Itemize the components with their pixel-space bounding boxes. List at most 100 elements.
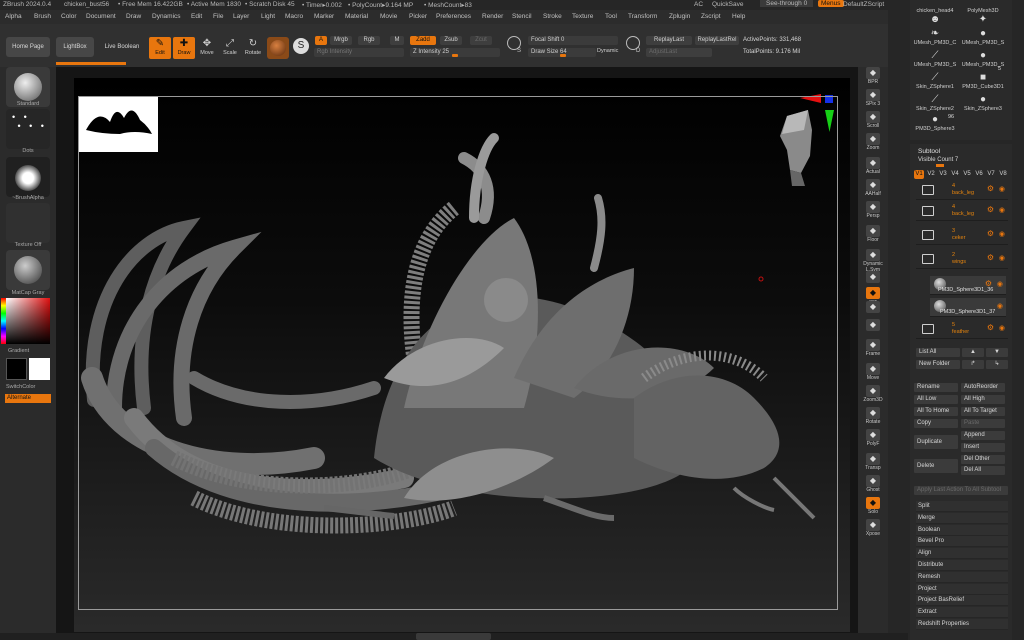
hue-strip[interactable]	[1, 298, 6, 344]
rightshelf-floor-button[interactable]: ◆ Floor	[861, 225, 885, 247]
adjust-last-slider[interactable]: AdjustLast	[646, 48, 712, 57]
subtool-menu-redshift-properties[interactable]: Redshift Properties	[916, 619, 1008, 630]
menu-color[interactable]: Color	[61, 13, 77, 20]
eye-icon[interactable]: ◉	[999, 206, 1005, 214]
menu-light[interactable]: Light	[261, 13, 275, 20]
rotate-button[interactable]: ↻ Rotate	[242, 37, 264, 59]
color-picker[interactable]	[6, 298, 50, 344]
dynamic-toggle[interactable]: Dynamic	[597, 48, 618, 54]
subtool-menu-bevel-pro[interactable]: Bevel Pro	[916, 536, 1008, 548]
menu-dynamics[interactable]: Dynamics	[152, 13, 181, 20]
secondary-color-swatch[interactable]	[29, 358, 50, 380]
subtool-menu-project-basrelief[interactable]: Project BasRelief	[916, 595, 1008, 607]
rightshelf-rotate-button[interactable]: ◆ Rotate	[861, 407, 885, 429]
rightshelf-ghost-button[interactable]: ◆ Ghost	[861, 475, 885, 497]
zsub-toggle[interactable]: Zsub	[440, 36, 462, 45]
auto-reorder-button[interactable]: AutoReorder	[961, 383, 1005, 392]
texture-thumb[interactable]	[6, 203, 50, 243]
move-down-icon[interactable]: ▼	[986, 348, 1008, 357]
eye-icon[interactable]: ◉	[999, 185, 1005, 193]
rightshelf-solo-button[interactable]: ◆ Solo	[861, 497, 885, 519]
draw-button[interactable]: ✚ Draw	[173, 37, 195, 59]
subtool-menu-split[interactable]: Split	[916, 501, 1008, 512]
subtool-row[interactable]: 4 back_leg ⚙ ◉	[916, 181, 1008, 200]
stroke-dots-thumb[interactable]: • • • • •	[6, 109, 50, 149]
tool-thumb-cube[interactable]: ■ PM3D_Cube3D1	[960, 72, 1006, 90]
list-all-button[interactable]: List All	[916, 348, 960, 357]
menu-material[interactable]: Material	[345, 13, 368, 20]
zcut-toggle[interactable]: Zcut	[470, 36, 492, 45]
paste-button[interactable]: Paste	[961, 419, 1005, 428]
lightbox-button[interactable]: LightBox	[56, 37, 94, 57]
rgb-intensity-slider[interactable]: Rgb Intensity	[314, 48, 404, 57]
switch-color-button[interactable]: SwitchColor	[6, 384, 62, 390]
subtool-menu-merge[interactable]: Merge	[916, 512, 1008, 524]
new-folder-button[interactable]: New Folder	[916, 360, 960, 369]
tool-thumb-leaf[interactable]: ❧ UMesh_PM3D_C	[912, 28, 958, 46]
subtool-row[interactable]: 5 feather ⚙ ◉	[916, 320, 1008, 339]
subtool-row[interactable]: 4 back_leg ⚙ ◉	[916, 202, 1008, 221]
menu-zplugin[interactable]: Zplugin	[669, 13, 690, 20]
rgb-toggle[interactable]: Rgb	[358, 36, 380, 45]
menu-picker[interactable]: Picker	[409, 13, 427, 20]
del-other-button[interactable]: Del Other	[961, 455, 1005, 464]
replay-last-button[interactable]: ReplayLast	[646, 36, 692, 45]
all-to-target-button[interactable]: All To Target	[961, 407, 1005, 416]
subtool-row[interactable]: PM3D_Sphere3D1_37 ◉	[930, 298, 1006, 317]
subtool-menu-boolean[interactable]: Boolean	[916, 524, 1008, 536]
move-down-folder-icon[interactable]: ↳	[986, 360, 1008, 369]
alternate-button[interactable]: Alternate	[5, 394, 51, 403]
rightshelf-actual-button[interactable]: ◆ Actual	[861, 157, 885, 179]
copy-button[interactable]: Copy	[914, 419, 958, 428]
rightshelf-scroll-button[interactable]: ◆ Scroll	[861, 111, 885, 133]
rightshelf-transp-button[interactable]: ◆ Transp	[861, 453, 885, 475]
version-tab-v6[interactable]: V6	[974, 170, 984, 179]
subtool-menu-extract[interactable]: Extract	[916, 607, 1008, 619]
m-toggle[interactable]: M	[390, 36, 404, 45]
version-tab-v7[interactable]: V7	[986, 170, 996, 179]
all-low-button[interactable]: All Low	[914, 395, 958, 404]
menu-file[interactable]: File	[213, 13, 223, 20]
menu-transform[interactable]: Transform	[628, 13, 657, 20]
menu-movie[interactable]: Movie	[380, 13, 397, 20]
quicksave-button[interactable]: QuickSave	[712, 1, 743, 8]
rightshelf-move-button[interactable]: ◆ Move	[861, 363, 885, 385]
focal-shift-slider[interactable]: Focal Shift 0	[528, 36, 618, 45]
menus-button[interactable]: Menus	[818, 0, 844, 7]
rightshelf-persp-button[interactable]: ◆ Persp	[861, 201, 885, 223]
gear-icon[interactable]: ⚙	[987, 229, 994, 238]
insert-button[interactable]: Insert	[961, 443, 1005, 452]
subtool-menu-distribute[interactable]: Distribute	[916, 560, 1008, 571]
eye-icon[interactable]: ◉	[999, 230, 1005, 238]
eye-icon[interactable]: ◉	[997, 302, 1003, 310]
home-page-button[interactable]: Home Page	[6, 37, 50, 57]
gear-icon[interactable]: ⚙	[985, 279, 992, 288]
version-tab-v2[interactable]: V2	[926, 170, 936, 179]
edit-button[interactable]: ✎ Edit	[149, 37, 171, 59]
tool-thumb-sphere[interactable]: ● Skin_ZSphere3	[960, 94, 1006, 112]
menu-stroke[interactable]: Stroke	[543, 13, 562, 20]
version-tab-v4[interactable]: V4	[950, 170, 960, 179]
delete-button[interactable]: Delete	[914, 459, 958, 473]
main-color-swatch[interactable]	[6, 358, 27, 380]
version-tab-v1[interactable]: V1	[914, 170, 924, 179]
live-boolean-button[interactable]: Live Boolean	[100, 37, 144, 57]
version-tab-v5[interactable]: V5	[962, 170, 972, 179]
spiral-icon[interactable]: S	[293, 38, 309, 54]
tool-thumb-head[interactable]: chicken_head4 ☻	[912, 8, 958, 26]
menu-edit[interactable]: Edit	[191, 13, 202, 20]
zadd-toggle[interactable]: Zadd	[410, 36, 436, 45]
bottom-shelf-handle[interactable]	[416, 633, 491, 640]
default-zscript[interactable]: DefaultZScript	[843, 1, 884, 8]
gear-icon[interactable]: ⚙	[987, 205, 994, 214]
subtool-menu-align[interactable]: Align	[916, 548, 1008, 560]
move-up-folder-icon[interactable]: ↱	[962, 360, 984, 369]
rightshelf-zoom-button[interactable]: ◆ Zoom	[861, 133, 885, 155]
visible-count-slider[interactable]: Visible Count 7	[916, 157, 1008, 166]
all-high-button[interactable]: All High	[961, 395, 1005, 404]
menu-macro[interactable]: Macro	[285, 13, 303, 20]
menu-document[interactable]: Document	[86, 13, 116, 20]
a-toggle[interactable]: A	[315, 36, 327, 45]
del-all-button[interactable]: Del All	[961, 466, 1005, 475]
menu-render[interactable]: Render	[482, 13, 503, 20]
